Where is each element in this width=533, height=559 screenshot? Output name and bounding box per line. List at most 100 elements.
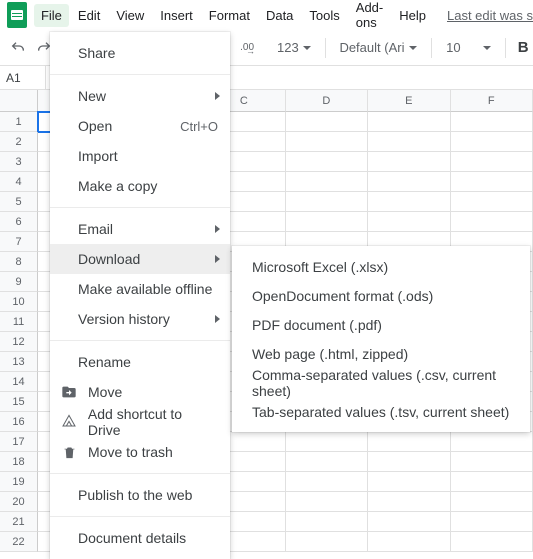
row-header[interactable]: 16 bbox=[0, 412, 38, 432]
select-all-corner[interactable] bbox=[0, 90, 38, 112]
cell[interactable] bbox=[286, 152, 369, 172]
row-header[interactable]: 19 bbox=[0, 472, 38, 492]
download-option[interactable]: Tab-separated values (.tsv, current shee… bbox=[232, 397, 530, 426]
menu-document-details[interactable]: Document details bbox=[50, 523, 230, 553]
menu-make-copy[interactable]: Make a copy bbox=[50, 171, 230, 201]
cell[interactable] bbox=[368, 192, 451, 212]
menu-tools[interactable]: Tools bbox=[302, 4, 346, 27]
last-edit-link[interactable]: Last edit was s bbox=[447, 8, 533, 23]
menu-move[interactable]: Move bbox=[50, 377, 230, 407]
cell[interactable] bbox=[286, 472, 369, 492]
cell[interactable] bbox=[451, 152, 533, 172]
cell[interactable] bbox=[368, 172, 451, 192]
cell[interactable] bbox=[286, 452, 369, 472]
row-header[interactable]: 18 bbox=[0, 452, 38, 472]
cell[interactable] bbox=[286, 512, 369, 532]
download-option[interactable]: Comma-separated values (.csv, current sh… bbox=[232, 368, 530, 397]
cell[interactable] bbox=[286, 212, 369, 232]
cell[interactable] bbox=[368, 532, 451, 552]
cell[interactable] bbox=[451, 492, 533, 512]
menu-insert[interactable]: Insert bbox=[153, 4, 200, 27]
menu-rename[interactable]: Rename bbox=[50, 347, 230, 377]
name-box[interactable]: A1 bbox=[0, 66, 46, 89]
menu-view[interactable]: View bbox=[109, 4, 151, 27]
cell[interactable] bbox=[451, 192, 533, 212]
menu-import[interactable]: Import bbox=[50, 141, 230, 171]
row-header[interactable]: 6 bbox=[0, 212, 38, 232]
cell[interactable] bbox=[451, 132, 533, 152]
font-dropdown[interactable]: Default (Ari... bbox=[333, 40, 423, 55]
sheets-logo[interactable] bbox=[0, 2, 34, 28]
cell[interactable] bbox=[368, 112, 451, 132]
cell[interactable] bbox=[286, 432, 369, 452]
row-header[interactable]: 1 bbox=[0, 112, 38, 132]
menu-offline[interactable]: Make available offline bbox=[50, 274, 230, 304]
row-header[interactable]: 4 bbox=[0, 172, 38, 192]
menu-email[interactable]: Email bbox=[50, 214, 230, 244]
cell[interactable] bbox=[286, 192, 369, 212]
number-format-dropdown[interactable]: 123 bbox=[271, 40, 317, 55]
column-header[interactable]: D bbox=[286, 90, 369, 112]
cell[interactable] bbox=[368, 452, 451, 472]
menu-new[interactable]: New bbox=[50, 81, 230, 111]
cell[interactable] bbox=[368, 492, 451, 512]
cell[interactable] bbox=[451, 212, 533, 232]
row-header[interactable]: 5 bbox=[0, 192, 38, 212]
row-header[interactable]: 15 bbox=[0, 392, 38, 412]
row-header[interactable]: 11 bbox=[0, 312, 38, 332]
cell[interactable] bbox=[451, 172, 533, 192]
cell[interactable] bbox=[286, 112, 369, 132]
row-header[interactable]: 13 bbox=[0, 352, 38, 372]
row-header[interactable]: 17 bbox=[0, 432, 38, 452]
cell[interactable] bbox=[368, 152, 451, 172]
row-header[interactable]: 21 bbox=[0, 512, 38, 532]
row-header[interactable]: 20 bbox=[0, 492, 38, 512]
cell[interactable] bbox=[451, 512, 533, 532]
menu-add-ons[interactable]: Add-ons bbox=[349, 0, 390, 34]
menu-data[interactable]: Data bbox=[259, 4, 300, 27]
menu-open[interactable]: OpenCtrl+O bbox=[50, 111, 230, 141]
cell[interactable] bbox=[286, 492, 369, 512]
cell[interactable] bbox=[368, 472, 451, 492]
download-option[interactable]: Web page (.html, zipped) bbox=[232, 339, 530, 368]
column-header[interactable]: E bbox=[368, 90, 451, 112]
row-header[interactable]: 2 bbox=[0, 132, 38, 152]
menu-trash[interactable]: Move to trash bbox=[50, 437, 230, 467]
cell[interactable] bbox=[368, 212, 451, 232]
download-option[interactable]: Microsoft Excel (.xlsx) bbox=[232, 252, 530, 281]
cell[interactable] bbox=[368, 132, 451, 152]
menu-share[interactable]: Share bbox=[50, 38, 230, 68]
column-header[interactable]: F bbox=[451, 90, 533, 112]
increase-decimal-button[interactable]: .00→ bbox=[238, 40, 265, 55]
row-header[interactable]: 3 bbox=[0, 152, 38, 172]
cell[interactable] bbox=[286, 132, 369, 152]
row-header[interactable]: 7 bbox=[0, 232, 38, 252]
download-option[interactable]: OpenDocument format (.ods) bbox=[232, 281, 530, 310]
menu-format[interactable]: Format bbox=[202, 4, 257, 27]
cell[interactable] bbox=[451, 432, 533, 452]
menu-version-history[interactable]: Version history bbox=[50, 304, 230, 334]
row-header[interactable]: 8 bbox=[0, 252, 38, 272]
cell[interactable] bbox=[368, 512, 451, 532]
cell[interactable] bbox=[451, 112, 533, 132]
download-option[interactable]: PDF document (.pdf) bbox=[232, 310, 530, 339]
menu-file[interactable]: File bbox=[34, 4, 69, 27]
menu-download[interactable]: Download bbox=[50, 244, 230, 274]
menu-publish[interactable]: Publish to the web bbox=[50, 480, 230, 510]
cell[interactable] bbox=[368, 432, 451, 452]
cell[interactable] bbox=[451, 532, 533, 552]
row-header[interactable]: 14 bbox=[0, 372, 38, 392]
menu-add-shortcut[interactable]: Add shortcut to Drive bbox=[50, 407, 230, 437]
menu-help[interactable]: Help bbox=[392, 4, 433, 27]
cell[interactable] bbox=[286, 172, 369, 192]
row-header[interactable]: 10 bbox=[0, 292, 38, 312]
row-header[interactable]: 9 bbox=[0, 272, 38, 292]
menu-edit[interactable]: Edit bbox=[71, 4, 107, 27]
undo-button[interactable] bbox=[8, 34, 28, 62]
row-header[interactable]: 12 bbox=[0, 332, 38, 352]
cell[interactable] bbox=[451, 452, 533, 472]
bold-button[interactable]: B bbox=[513, 34, 533, 62]
cell[interactable] bbox=[286, 532, 369, 552]
cell[interactable] bbox=[451, 472, 533, 492]
row-header[interactable]: 22 bbox=[0, 532, 38, 552]
